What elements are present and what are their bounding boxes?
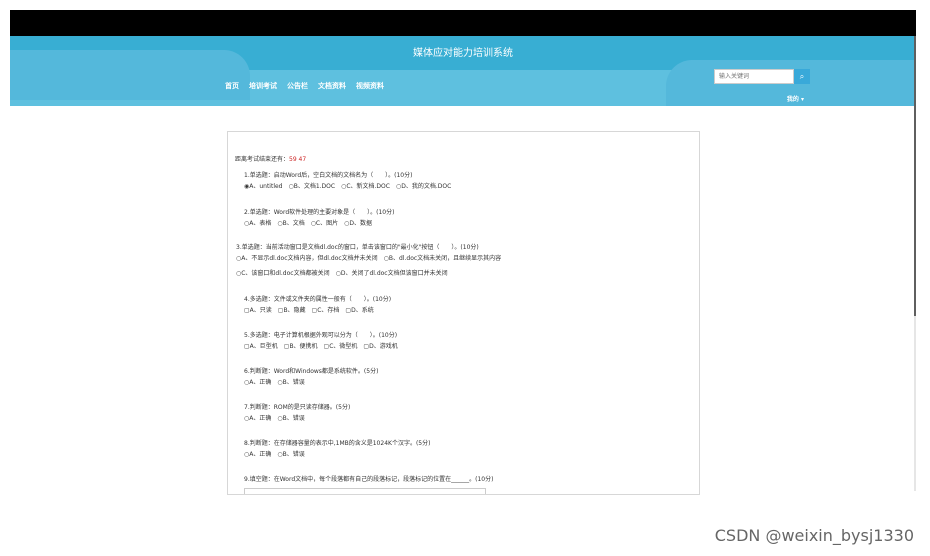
question-3: 3.单选题：当前活动窗口是文档dl.doc的窗口，单击该窗口的"最小化"按钮（ … (236, 242, 501, 279)
question-options[interactable]: ◉A、untitled ○B、文档1.DOC ○C、新文档.DOC ○D、我的文… (244, 181, 451, 192)
search-button[interactable]: ⌕ (794, 69, 810, 84)
user-menu[interactable]: 我的 ▾ (787, 94, 804, 103)
question-2: 2.单选题：Word软件处理的主要对象是（ ）。(10分) ○A、表格 ○B、文… (244, 207, 394, 229)
question-options[interactable]: ○A、正确 ○B、错误 (244, 413, 350, 424)
nav-notice[interactable]: 公告栏 (287, 81, 308, 91)
question-title: 9.填空题：在Word文档中，每个段落都有自己的段落标记，段落标记的位置在___… (244, 476, 494, 483)
question-5: 5.多选题：电子计算机根据外观可以分为（ ）。(10分) ▢A、巨型机 ▢B、便… (244, 330, 398, 352)
question-9: 9.填空题：在Word文档中，每个段落都有自己的段落标记，段落标记的位置在___… (244, 474, 493, 485)
question-title: 1.单选题：启动Word后，空白文档的文档名为（ ）。(10分) (244, 172, 413, 179)
nav-exam[interactable]: 培训考试 (249, 81, 277, 91)
question-options-second-row[interactable]: ○C、该窗口和dl.doc文档都被关闭 ○D、关闭了dl.doc文档但该窗口并未… (236, 268, 501, 279)
question-title: 8.判断题：在存储器容量的表示中,1MB的含义是1024K个汉字。(5分) (244, 440, 431, 447)
nav-documents[interactable]: 文档资料 (318, 81, 346, 91)
question-title: 5.多选题：电子计算机根据外观可以分为（ ）。(10分) (244, 332, 398, 339)
search-box: ⌕ (714, 69, 810, 84)
exam-timer: 距离考试结束还有：59 47 (235, 154, 306, 163)
question-6: 6.判断题：Word和Windows都是系统软件。(5分) ○A、正确 ○B、错… (244, 366, 378, 388)
answer-input[interactable] (244, 488, 486, 494)
question-title: 6.判断题：Word和Windows都是系统软件。(5分) (244, 368, 379, 375)
question-options[interactable]: ▢A、只读 ▢B、隐藏 ▢C、存档 ▢D、系统 (244, 305, 391, 316)
question-4: 4.多选题：文件或文件夹的属性一般有（ ）。(10分) ▢A、只读 ▢B、隐藏 … (244, 294, 391, 316)
search-input[interactable] (714, 69, 794, 84)
question-options[interactable]: ○A、正确 ○B、错误 (244, 377, 378, 388)
watermark: CSDN @weixin_bysj1330 (714, 526, 914, 545)
question-options[interactable]: ▢A、巨型机 ▢B、便携机 ▢C、微型机 ▢D、游戏机 (244, 341, 398, 352)
question-title: 2.单选题：Word软件处理的主要对象是（ ）。(10分) (244, 209, 395, 216)
site-header: 媒体应对能力培训系统 首页 培训考试 公告栏 文档资料 视频资料 ⌕ 我的 ▾ (10, 36, 916, 106)
question-options[interactable]: ○A、不显示dl.doc文档内容，但dl.doc文档并未关闭 ○B、dl.doc… (236, 253, 501, 264)
question-title: 3.单选题：当前活动窗口是文档dl.doc的窗口，单击该窗口的"最小化"按钮（ … (236, 244, 479, 251)
site-title: 媒体应对能力培训系统 (413, 48, 513, 59)
timer-value: 59 47 (289, 156, 307, 163)
question-7: 7.判断题：ROM的是只读存储器。(5分) ○A、正确 ○B、错误 (244, 402, 350, 424)
scrollbar[interactable] (914, 36, 916, 491)
question-title: 4.多选题：文件或文件夹的属性一般有（ ）。(10分) (244, 296, 392, 303)
question-8: 8.判断题：在存储器容量的表示中,1MB的含义是1024K个汉字。(5分) ○A… (244, 438, 430, 460)
nav-videos[interactable]: 视频资料 (356, 81, 384, 91)
nav-home[interactable]: 首页 (225, 81, 239, 91)
timer-label: 距离考试结束还有： (235, 156, 290, 163)
main-nav: 首页 培训考试 公告栏 文档资料 视频资料 (225, 81, 384, 91)
question-1: 1.单选题：启动Word后，空白文档的文档名为（ ）。(10分) ◉A、unti… (244, 170, 451, 192)
scrollbar-thumb[interactable] (914, 36, 916, 316)
search-icon: ⌕ (799, 71, 805, 81)
top-black-bar (10, 10, 916, 36)
exam-paper: 距离考试结束还有：59 47 1.单选题：启动Word后，空白文档的文档名为（ … (227, 131, 700, 495)
question-title: 7.判断题：ROM的是只读存储器。(5分) (244, 404, 351, 411)
question-options[interactable]: ○A、表格 ○B、文档 ○C、图片 ○D、数据 (244, 218, 394, 229)
question-options[interactable]: ○A、正确 ○B、错误 (244, 449, 430, 460)
